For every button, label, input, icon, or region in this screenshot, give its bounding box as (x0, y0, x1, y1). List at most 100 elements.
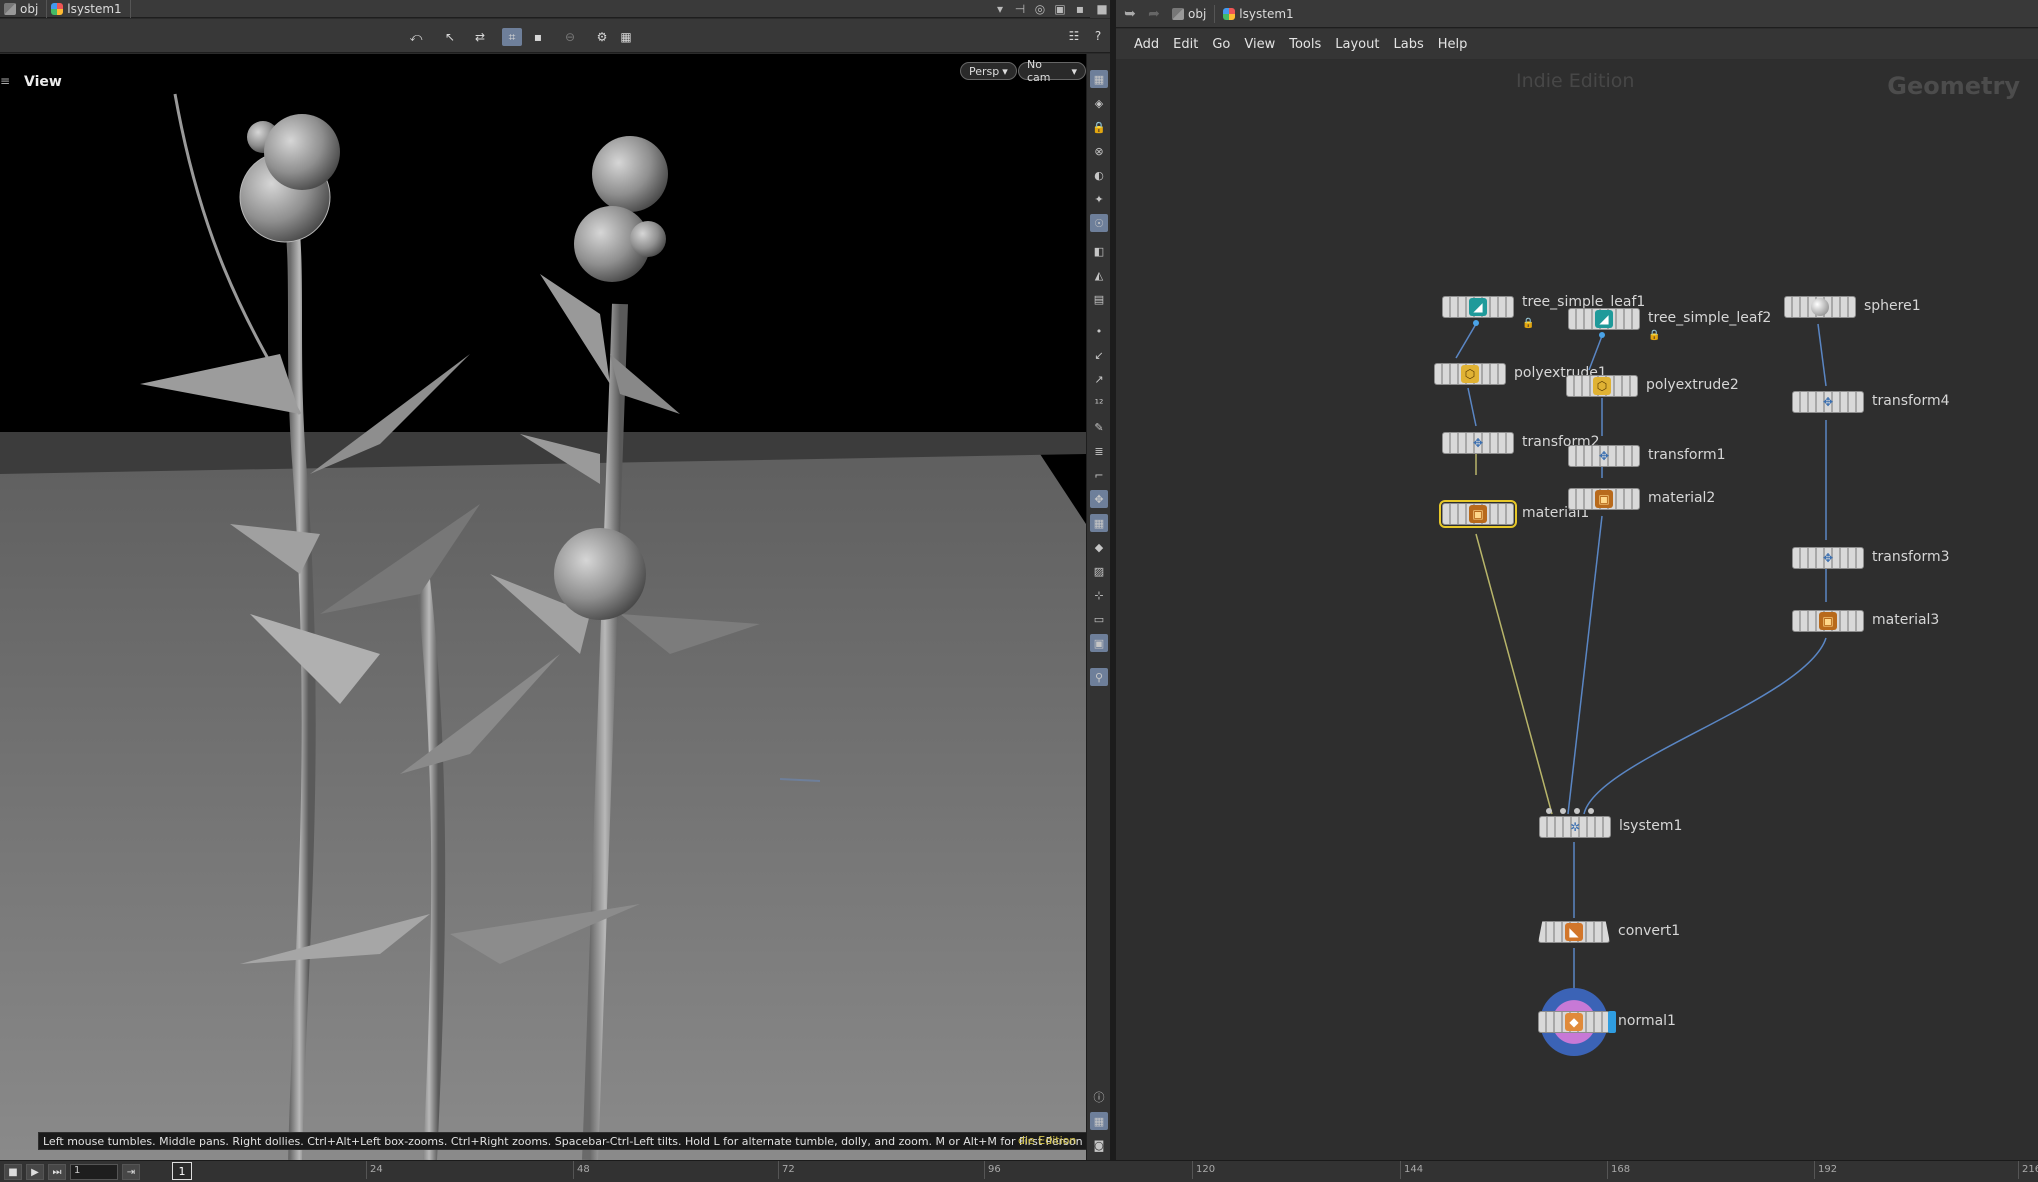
menu-help[interactable]: Help (1432, 37, 1474, 52)
menu-add[interactable]: Add (1128, 37, 1165, 52)
perspective-icon[interactable]: ◭ (1090, 266, 1108, 284)
view-menu-icon[interactable]: ≡ (0, 74, 12, 90)
axis-icon[interactable]: ⊹ (1090, 586, 1108, 604)
display-flag[interactable] (1608, 1011, 1616, 1033)
snap-icon[interactable]: ⌗ (502, 28, 522, 46)
path-dropdown-icon[interactable]: ▾ (990, 0, 1010, 18)
node-material2[interactable]: ▣ material2 (1568, 488, 1715, 510)
select-icon[interactable]: ↖ (440, 28, 460, 46)
output-connector[interactable] (1599, 332, 1605, 338)
input-connector[interactable] (1574, 808, 1580, 814)
node-sphere1[interactable]: sphere1 (1784, 296, 1921, 318)
ghost-icon[interactable]: ⊗ (1090, 142, 1108, 160)
background-icon[interactable]: ▭ (1090, 610, 1108, 628)
menu-go[interactable]: Go (1206, 37, 1236, 52)
guide-icon[interactable]: ◆ (1090, 538, 1108, 556)
stop-icon[interactable]: ■ (4, 1164, 22, 1180)
node-label[interactable]: tree_simple_leaf2 (1648, 310, 1771, 326)
node-tree-simple-leaf1[interactable]: ◢ tree_simple_leaf1 (1442, 294, 1645, 318)
vector-icon[interactable]: ↗ (1090, 370, 1108, 388)
node-polyextrude1[interactable]: ⬡ polyextrude1 (1434, 363, 1607, 385)
input-connector[interactable] (1546, 808, 1552, 814)
camera-icon[interactable]: ◧ (1090, 242, 1108, 260)
node-label[interactable]: material2 (1648, 490, 1715, 506)
location-icon[interactable]: ⚲ (1090, 668, 1108, 686)
skip-end-icon[interactable]: ⏭ (48, 1164, 66, 1180)
node-lsystem1[interactable]: ✲ lsystem1 (1539, 816, 1682, 838)
paint-icon[interactable]: ✎ (1090, 418, 1108, 436)
path-crumb-obj[interactable]: obj (1168, 4, 1216, 23)
forward-arrow-icon[interactable]: ➦ (1144, 4, 1164, 24)
node-label[interactable]: polyextrude2 (1646, 377, 1739, 393)
menu-tools[interactable]: Tools (1283, 37, 1327, 52)
node-transform3[interactable]: ✥ transform3 (1792, 547, 1950, 569)
current-frame-marker[interactable]: 1 (172, 1162, 192, 1180)
network-canvas[interactable]: Indie Edition Geometry ◢ tree_simple_lea… (1116, 60, 2038, 1160)
tumble-icon[interactable]: ⤺ (406, 28, 426, 46)
template-icon[interactable]: ◈ (1090, 94, 1108, 112)
display-toggle-icon[interactable]: ▦ (1090, 70, 1108, 88)
frame-input[interactable]: 1 (70, 1164, 118, 1180)
display-icon[interactable]: ▪ (528, 28, 548, 46)
path-crumb-node[interactable]: lsystem1 (1219, 5, 1301, 23)
menu-labs[interactable]: Labs (1387, 37, 1429, 52)
3d-viewport[interactable]: ≡ View Persp ▾ No cam ▾ Left mouse tumbl… (0, 54, 1086, 1160)
step-icon[interactable]: ⇥ (122, 1164, 140, 1180)
node-label[interactable]: convert1 (1618, 923, 1680, 939)
grid-icon[interactable]: ▦ (1090, 514, 1108, 532)
node-normal1[interactable]: ◆ normal1 (1538, 1011, 1676, 1033)
node-label[interactable]: sphere1 (1864, 298, 1921, 314)
render-icon[interactable]: ▦ (616, 28, 636, 46)
stack-icon[interactable]: ≣ (1090, 442, 1108, 460)
node-label[interactable]: transform1 (1648, 447, 1726, 463)
node-transform4[interactable]: ✥ transform4 (1792, 391, 1950, 413)
node-transform1[interactable]: ✥ transform1 (1568, 445, 1726, 467)
point-icon[interactable]: • (1090, 322, 1108, 340)
maximize-icon[interactable]: ▪ (1070, 0, 1090, 18)
camera-menu[interactable]: No cam ▾ (1018, 58, 1086, 84)
link-icon[interactable]: ◎ (1030, 0, 1050, 18)
shading-icon[interactable]: ◐ (1090, 166, 1108, 184)
headlight-icon[interactable]: ☉ (1090, 214, 1108, 232)
light-icon[interactable]: ✦ (1090, 190, 1108, 208)
render-view-icon[interactable]: ▣ (1090, 634, 1108, 652)
node-polyextrude2[interactable]: ⬡ polyextrude2 (1566, 375, 1739, 397)
node-convert1[interactable]: ◣ convert1 (1538, 921, 1680, 943)
disabled-icon[interactable]: ⊖ (560, 28, 580, 46)
pin-icon[interactable]: ⊣ (1010, 0, 1030, 18)
display-options-icon[interactable]: ☷ (1064, 27, 1084, 45)
image-icon[interactable]: ▨ (1090, 562, 1108, 580)
menu-edit[interactable]: Edit (1167, 37, 1204, 52)
node-label[interactable]: normal1 (1618, 1013, 1676, 1029)
node-label[interactable]: transform3 (1872, 549, 1950, 565)
transform-icon[interactable]: ⇄ (470, 28, 490, 46)
node-label[interactable]: transform4 (1872, 393, 1950, 409)
input-connector[interactable] (1560, 808, 1566, 814)
node-transform2[interactable]: ✥ transform2 (1442, 432, 1600, 454)
menu-view[interactable]: View (1238, 37, 1281, 52)
path-crumb-node[interactable]: lsystem1 (47, 0, 131, 18)
pane-options-icon[interactable]: ▣ (1050, 0, 1070, 18)
snapshot-icon[interactable]: ▤ (1090, 290, 1108, 308)
persp-menu[interactable]: Persp ▾ (960, 62, 1017, 80)
timeline-bar[interactable]: ■ ▶ ⏭ 1 ⇥ 1 24 48 72 96 120 144 168 192 … (0, 1160, 2038, 1182)
tool-icon[interactable]: ✥ (1090, 490, 1108, 508)
node-tree-simple-leaf2[interactable]: ◢ tree_simple_leaf2 (1568, 308, 1771, 330)
node-label[interactable]: lsystem1 (1619, 818, 1682, 834)
input-connector[interactable] (1588, 808, 1594, 814)
help-icon[interactable]: ? (1088, 27, 1108, 45)
node-material1[interactable]: ▣ material1 (1439, 500, 1589, 528)
play-icon[interactable]: ▶ (26, 1164, 44, 1180)
layout-icon[interactable]: ▦ (1090, 1112, 1108, 1130)
info-icon[interactable]: ⓘ (1090, 1088, 1108, 1106)
number-icon[interactable]: ¹² (1090, 394, 1108, 412)
corner-icon[interactable]: ⌐ (1090, 466, 1108, 484)
output-connector[interactable] (1473, 320, 1479, 326)
node-label[interactable]: material3 (1872, 612, 1939, 628)
back-arrow-icon[interactable]: ➥ (1120, 4, 1140, 24)
normal-icon[interactable]: ↙ (1090, 346, 1108, 364)
node-material3[interactable]: ▣ material3 (1792, 610, 1939, 632)
screenshot-icon[interactable]: ◙ (1090, 1136, 1108, 1154)
camera-icon[interactable]: ⚙ (592, 28, 612, 46)
menu-layout[interactable]: Layout (1329, 37, 1385, 52)
